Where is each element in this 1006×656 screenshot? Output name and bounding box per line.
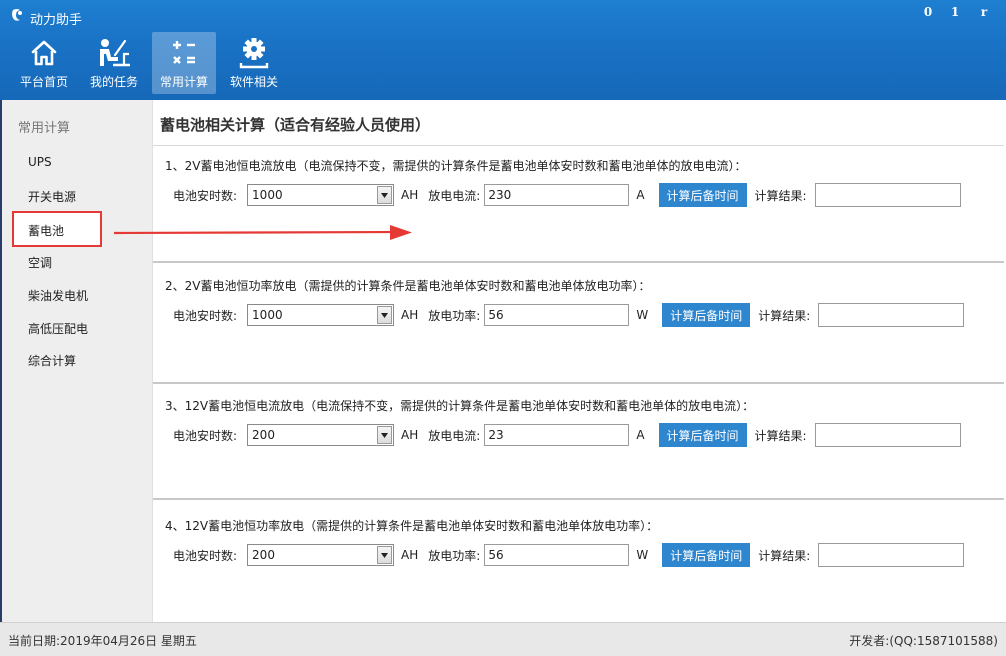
sidebar-item-comprehensive[interactable]: 综合计算 [28, 352, 76, 369]
section-divider [153, 382, 1004, 384]
annotation-arrow-icon [114, 225, 412, 240]
param-label: 放电功率: [428, 308, 481, 323]
page-title: 蓄电池相关计算（适合有经验人员使用） [160, 116, 431, 134]
nav-label: 常用计算 [159, 75, 208, 89]
current-input[interactable]: 23 [484, 424, 630, 446]
chevron-down-icon[interactable] [377, 426, 393, 444]
capacity-label: 电池安时数: [173, 548, 238, 563]
chevron-down-icon[interactable] [377, 186, 393, 204]
capacity-value: 1000 [252, 188, 283, 202]
section-divider [153, 498, 1004, 500]
calculate-backup-time-button[interactable]: 计算后备时间 [662, 543, 751, 567]
capacity-unit: AH [401, 428, 419, 442]
calc-row: 电池安时数: 200 AH 放电功率: 56 W 计算后备时间 计算结果: [173, 543, 965, 567]
capacity-unit: AH [401, 548, 419, 562]
result-field[interactable] [818, 543, 965, 567]
calculate-backup-time-button[interactable]: 计算后备时间 [658, 183, 747, 207]
result-label: 计算结果: [754, 428, 807, 443]
sidebar-item-air-conditioning[interactable]: 空调 [28, 254, 52, 271]
power-input[interactable]: 56 [484, 544, 630, 566]
nav-label: 我的任务 [89, 75, 138, 89]
nav-item-software[interactable]: 软件相关 [222, 32, 286, 94]
param-label: 放电功率: [428, 548, 481, 563]
main-nav: 平台首页 我的任务 常用计算 软件相关 [12, 32, 292, 94]
nav-item-home[interactable]: 平台首页 [12, 32, 76, 94]
result-label: 计算结果: [758, 548, 811, 563]
nav-label: 平台首页 [19, 75, 68, 89]
param-unit: W [636, 308, 649, 322]
person-desk-icon [97, 38, 131, 68]
current-date: 当前日期:2019年04月26日 星期五 [8, 634, 197, 648]
capacity-unit: AH [401, 188, 419, 202]
nav-item-tasks[interactable]: 我的任务 [82, 32, 146, 94]
calculate-backup-time-button[interactable]: 计算后备时间 [662, 303, 751, 327]
chevron-down-icon[interactable] [377, 306, 393, 324]
result-field[interactable] [814, 423, 961, 447]
section-title: 4、12V蓄电池恒功率放电（需提供的计算条件是蓄电池单体安时数和蓄电池单体放电功… [165, 519, 659, 533]
param-unit: A [636, 428, 645, 442]
result-label: 计算结果: [754, 188, 807, 203]
section-divider [153, 261, 1004, 263]
capacity-value: 200 [252, 548, 275, 562]
sidebar-item-hv-lv-distribution[interactable]: 高低压配电 [28, 320, 88, 337]
section-title: 2、2V蓄电池恒功率放电（需提供的计算条件是蓄电池单体安时数和蓄电池单体放电功率… [165, 279, 651, 293]
current-input[interactable]: 230 [484, 184, 630, 206]
param-label: 放电电流: [428, 428, 481, 443]
section-title: 3、12V蓄电池恒电流放电（电流保持不变，需提供的计算条件是蓄电池单体安时数和蓄… [165, 399, 755, 413]
maximize-button[interactable]: 1 [945, 5, 965, 19]
home-icon [27, 38, 61, 68]
result-field[interactable] [818, 303, 965, 327]
app-logo-icon [12, 9, 22, 21]
nav-item-calc[interactable]: 常用计算 [152, 32, 216, 94]
param-unit: W [636, 548, 649, 562]
nav-label: 软件相关 [229, 75, 278, 89]
capacity-value: 200 [252, 428, 275, 442]
capacity-label: 电池安时数: [173, 308, 238, 323]
power-input[interactable]: 56 [484, 304, 630, 326]
result-label: 计算结果: [758, 308, 811, 323]
app-title: 动力助手 [30, 13, 83, 28]
divider [153, 145, 1004, 146]
sidebar: 常用计算 UPS 开关电源 蓄电池 空调 柴油发电机 高低压配电 综合计算 [2, 100, 153, 622]
calculate-backup-time-button[interactable]: 计算后备时间 [658, 423, 747, 447]
gear-icon [237, 38, 271, 69]
close-button[interactable]: r [974, 5, 994, 19]
capacity-select[interactable]: 200 [247, 424, 395, 446]
calc-row: 电池安时数: 1000 AH 放电功率: 56 W 计算后备时间 计算结果: [173, 303, 965, 327]
title-bar: 动力助手 0 1 r [0, 0, 1006, 30]
param-unit: A [636, 188, 645, 202]
sidebar-item-battery[interactable]: 蓄电池 [12, 211, 102, 247]
capacity-select[interactable]: 1000 [247, 184, 395, 206]
app-header: 动力助手 0 1 r 平台首页 我的任务 常用计算 软件相关 [0, 0, 1006, 100]
minimize-button[interactable]: 0 [918, 5, 938, 19]
capacity-label: 电池安时数: [173, 188, 238, 203]
chevron-down-icon[interactable] [377, 546, 393, 564]
param-label: 放电电流: [428, 188, 481, 203]
calc-row: 电池安时数: 1000 AH 放电电流: 230 A 计算后备时间 计算结果: [173, 183, 961, 207]
capacity-select[interactable]: 200 [247, 544, 395, 566]
main-content: 蓄电池相关计算（适合有经验人员使用） 1、2V蓄电池恒电流放电（电流保持不变，需… [153, 100, 1004, 622]
capacity-value: 1000 [252, 308, 283, 322]
sidebar-header: 常用计算 [18, 121, 71, 136]
status-bar: 当前日期:2019年04月26日 星期五 开发者:(QQ:1587101588) [0, 622, 1006, 656]
sidebar-item-ups[interactable]: UPS [28, 155, 52, 169]
result-field[interactable] [814, 183, 961, 207]
capacity-unit: AH [401, 308, 419, 322]
sidebar-item-power-supply[interactable]: 开关电源 [28, 188, 76, 205]
capacity-select[interactable]: 1000 [247, 304, 395, 326]
sidebar-item-diesel-generator[interactable]: 柴油发电机 [28, 287, 88, 304]
section-title: 1、2V蓄电池恒电流放电（电流保持不变，需提供的计算条件是蓄电池单体安时数和蓄电… [165, 159, 747, 173]
capacity-label: 电池安时数: [173, 428, 238, 443]
developer-info: 开发者:(QQ:1587101588) [849, 634, 998, 648]
calculator-icon [167, 38, 201, 68]
calc-row: 电池安时数: 200 AH 放电电流: 23 A 计算后备时间 计算结果: [173, 423, 961, 447]
